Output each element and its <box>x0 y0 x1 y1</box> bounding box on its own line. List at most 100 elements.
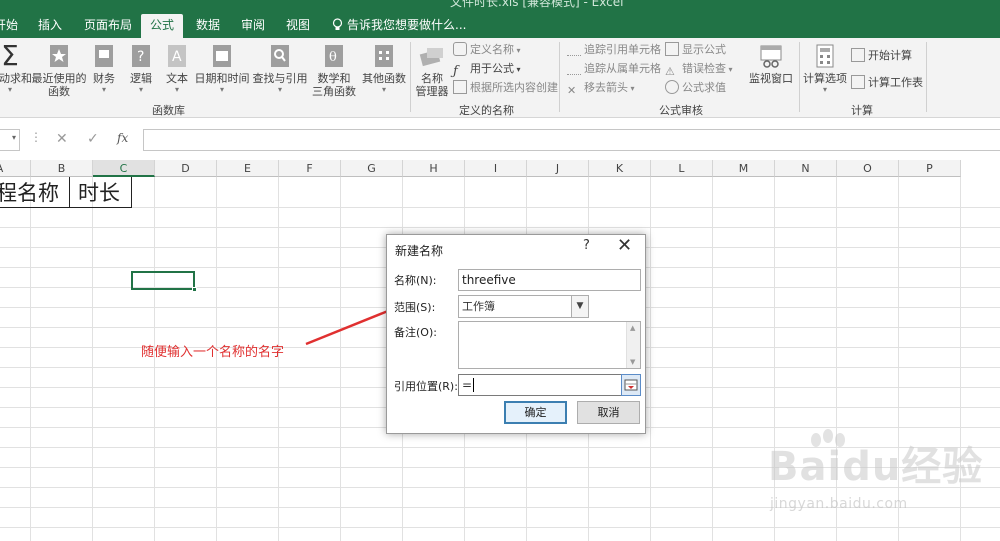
formula-bar-grip: ⋮ <box>30 130 42 144</box>
formula-bar: ▾ ⋮ ✕ ✓ fx <box>0 125 1000 155</box>
column-header-a[interactable]: A <box>0 160 31 177</box>
help-button[interactable]: ? <box>583 238 590 253</box>
cell-border-right <box>131 177 132 208</box>
cell-a1[interactable]: 程名称 <box>0 179 59 207</box>
comment-textarea[interactable]: ▲ ▼ <box>458 321 641 369</box>
text-book-icon: A <box>168 45 186 67</box>
tab-insert[interactable]: 插入 <box>30 14 70 38</box>
name-manager-button[interactable]: 名称 管理器 <box>414 40 450 98</box>
tell-me-box[interactable]: 告诉我您想要做什么... <box>332 14 466 36</box>
column-header-e[interactable]: E <box>217 160 279 177</box>
text-button[interactable]: A 文本 ▾ <box>161 40 193 94</box>
tab-formulas[interactable]: 公式 <box>141 14 183 38</box>
calc-now-icon <box>851 48 865 62</box>
insert-function-icon[interactable]: fx <box>117 131 128 145</box>
column-header-l[interactable]: L <box>651 160 713 177</box>
sigma-icon: Σ <box>1 39 19 72</box>
fill-handle[interactable] <box>192 287 197 292</box>
create-from-selection-button[interactable]: 根据所选内容创建 <box>453 79 558 97</box>
evaluate-formula-icon <box>665 80 679 94</box>
column-header-p[interactable]: P <box>899 160 961 177</box>
datetime-book-icon <box>213 45 231 67</box>
grid-hline <box>0 207 1000 208</box>
more-functions-icon <box>375 45 393 67</box>
trace-precedents-button[interactable]: 追踪引用单元格 <box>567 41 661 59</box>
autosum-button[interactable]: Σ 自动求和 ▾ <box>0 39 32 95</box>
financial-button[interactable]: 财务 ▾ <box>88 40 120 94</box>
name-box[interactable]: ▾ <box>0 129 20 151</box>
trace-dependents-button[interactable]: 追踪从属单元格 <box>567 60 661 78</box>
cancel-button[interactable]: 取消 <box>577 401 640 424</box>
lookup-reference-button[interactable]: 查找与引用 ▾ <box>251 40 309 94</box>
error-checking-button[interactable]: ⚠ 错误检查 ▾ <box>665 60 733 78</box>
logical-button[interactable]: ? 逻辑 ▾ <box>125 40 157 94</box>
minimize-button[interactable]: — <box>965 0 978 6</box>
tab-review[interactable]: 审阅 <box>233 14 273 38</box>
column-header-h[interactable]: H <box>403 160 465 177</box>
refers-to-input[interactable]: = <box>458 374 622 396</box>
logic-book-icon: ? <box>132 45 150 67</box>
trace-dependents-icon <box>567 61 581 75</box>
calc-sheet-button[interactable]: 计算工作表 <box>851 74 923 92</box>
more-functions-button[interactable]: 其他函数 ▾ <box>360 40 408 94</box>
close-button[interactable]: ✕ <box>617 235 632 256</box>
datetime-button[interactable]: 日期和时间 ▾ <box>193 40 251 94</box>
recent-functions-button[interactable]: 最近使用的 函数 <box>31 40 87 98</box>
column-header-g[interactable]: G <box>341 160 403 177</box>
cell-border-bottom <box>0 207 132 208</box>
ok-button[interactable]: 确定 <box>504 401 567 424</box>
cell-b1[interactable]: 时长 <box>78 179 120 207</box>
column-header-k[interactable]: K <box>589 160 651 177</box>
collapse-dialog-button[interactable] <box>621 374 641 396</box>
math-trig-button[interactable]: θ 数学和 三角函数 <box>309 40 359 98</box>
cancel-icon[interactable]: ✕ <box>56 131 68 147</box>
remove-arrows-button[interactable]: ✕ 移去箭头 ▾ <box>567 79 635 97</box>
comment-scrollbar[interactable]: ▲ ▼ <box>626 322 640 368</box>
calc-sheet-icon <box>851 75 865 89</box>
chevron-down-icon[interactable]: ▼ <box>571 296 588 317</box>
scope-value: 工作簿 <box>462 300 495 313</box>
tab-data[interactable]: 数据 <box>188 14 228 38</box>
create-from-selection-icon <box>453 80 467 94</box>
chevron-down-icon[interactable]: ▾ <box>12 133 16 142</box>
use-in-formula-button[interactable]: ƒ 用于公式 ▾ <box>453 60 521 79</box>
watch-window-button[interactable]: 监视窗口 <box>746 40 796 85</box>
active-cell-c6[interactable] <box>131 271 197 292</box>
column-header-m[interactable]: M <box>713 160 775 177</box>
calc-options-button[interactable]: 计算选项 ▾ <box>802 40 848 94</box>
show-formulas-icon <box>665 42 679 56</box>
scroll-up-icon[interactable]: ▲ <box>630 324 635 332</box>
column-header-b[interactable]: B <box>31 160 93 177</box>
new-name-dialog: 新建名称 ? ✕ 名称(N): threefive 范围(S): 工作簿 ▼ 备… <box>386 234 646 434</box>
column-header-o[interactable]: O <box>837 160 899 177</box>
enter-icon[interactable]: ✓ <box>87 131 99 147</box>
ribbon: Σ 自动求和 ▾ 最近使用的 函数 财务 ▾ ? 逻辑 ▾ <box>0 38 1000 118</box>
tab-page-layout[interactable]: 页面布局 <box>80 14 136 38</box>
baidu-watermark: Baidu经验 jingyan.baidu.com <box>738 429 1000 541</box>
grid-hline <box>0 227 1000 228</box>
annotation-text: 随便输入一个名称的名字 <box>141 345 285 360</box>
column-header-j[interactable]: J <box>527 160 589 177</box>
tab-home[interactable]: 开始 <box>0 14 18 38</box>
scope-select[interactable]: 工作簿 ▼ <box>458 295 589 318</box>
column-header-f[interactable]: F <box>279 160 341 177</box>
name-input[interactable]: threefive <box>458 269 641 291</box>
evaluate-formula-button[interactable]: 公式求值 <box>665 79 726 97</box>
function-icon: ƒ <box>453 64 458 79</box>
show-formulas-button[interactable]: 显示公式 <box>665 41 726 59</box>
formula-input[interactable] <box>143 129 1000 151</box>
column-header-c[interactable]: C <box>93 160 155 177</box>
scroll-down-icon[interactable]: ▼ <box>630 358 635 366</box>
group-label-function-library: 函数库 <box>152 104 185 117</box>
tab-view[interactable]: 视图 <box>278 14 318 38</box>
math-book-icon: θ <box>325 45 343 67</box>
column-header-d[interactable]: D <box>155 160 217 177</box>
define-name-button[interactable]: 定义名称 ▾ <box>453 41 521 59</box>
calc-now-button[interactable]: 开始计算 <box>851 47 912 65</box>
group-label-formula-auditing: 公式审核 <box>659 104 703 117</box>
error-checking-icon: ⚠ <box>665 65 675 78</box>
watermark-brand: Baidu经验 <box>768 444 984 490</box>
range-select-icon <box>624 379 638 391</box>
column-header-n[interactable]: N <box>775 160 837 177</box>
column-header-i[interactable]: I <box>465 160 527 177</box>
